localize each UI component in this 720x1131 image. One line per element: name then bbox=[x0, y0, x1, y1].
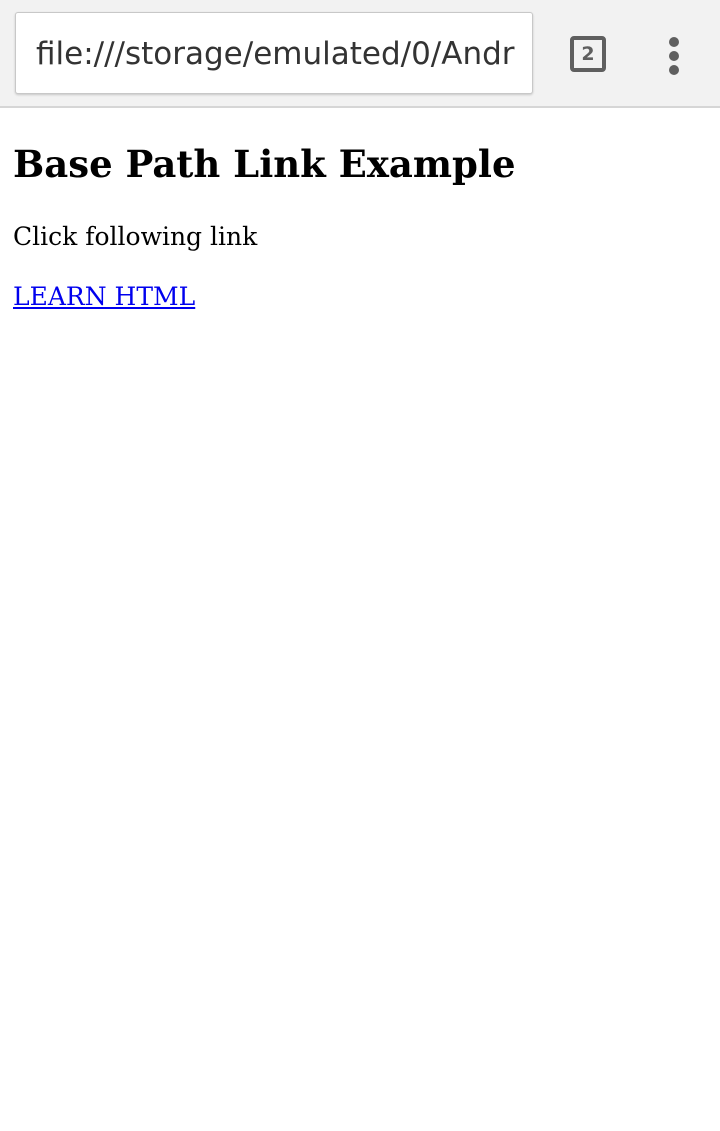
page-heading: Base Path Link Example bbox=[13, 142, 516, 186]
menu-dot bbox=[669, 51, 679, 61]
tab-count: 2 bbox=[581, 43, 595, 65]
intro-text: Click following link bbox=[13, 222, 258, 251]
tabs-icon: 2 bbox=[570, 36, 606, 72]
address-bar[interactable]: file:///storage/emulated/0/Andr bbox=[15, 12, 533, 94]
browser-toolbar: file:///storage/emulated/0/Andr 2 bbox=[0, 0, 720, 108]
menu-dot bbox=[669, 65, 679, 75]
tab-switcher-button[interactable]: 2 bbox=[548, 14, 628, 94]
menu-button[interactable] bbox=[640, 14, 710, 94]
menu-dot bbox=[669, 37, 679, 47]
url-text: file:///storage/emulated/0/Andr bbox=[36, 36, 515, 72]
learn-html-link[interactable]: LEARN HTML bbox=[13, 282, 195, 311]
